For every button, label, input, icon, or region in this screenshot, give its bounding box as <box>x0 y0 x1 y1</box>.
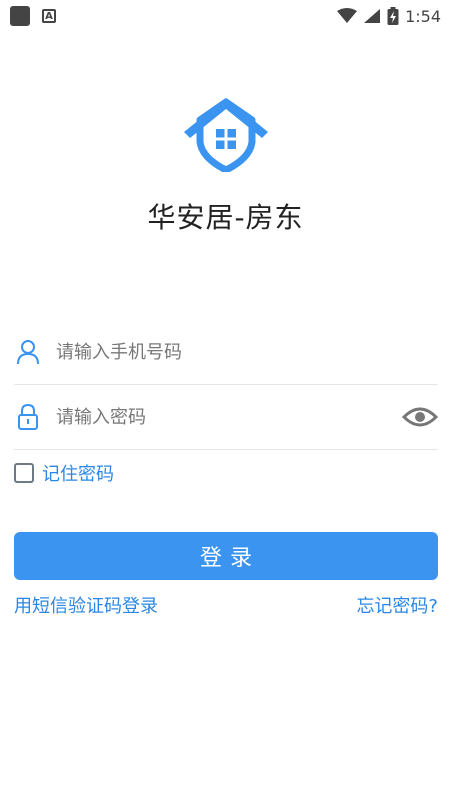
house-shield-logo-icon <box>184 98 268 172</box>
password-field <box>14 385 438 450</box>
user-icon <box>14 338 42 366</box>
eye-icon[interactable] <box>402 403 438 431</box>
phone-input[interactable] <box>54 331 438 373</box>
keyboard-a-icon: A <box>42 9 56 23</box>
signal-icon <box>364 9 381 23</box>
notification-square-icon <box>10 6 30 26</box>
phone-field <box>14 320 438 385</box>
battery-charging-icon <box>387 7 399 25</box>
wifi-icon <box>337 8 358 23</box>
remember-checkbox[interactable] <box>14 463 34 483</box>
forgot-password-link[interactable]: 忘记密码? <box>356 592 438 618</box>
login-button[interactable]: 登录 <box>14 532 438 580</box>
app-title: 华安居-房东 <box>147 201 304 234</box>
status-left: A <box>10 6 56 26</box>
remember-password[interactable]: 记住密码 <box>14 460 114 486</box>
sms-login-link[interactable]: 用短信验证码登录 <box>14 592 158 618</box>
status-time: 1:54 <box>405 6 441 26</box>
lock-icon <box>14 403 42 431</box>
remember-label: 记住密码 <box>42 464 114 485</box>
status-right: 1:54 <box>337 7 441 26</box>
status-bar: A 1:54 <box>0 0 451 32</box>
password-input[interactable] <box>54 396 402 438</box>
